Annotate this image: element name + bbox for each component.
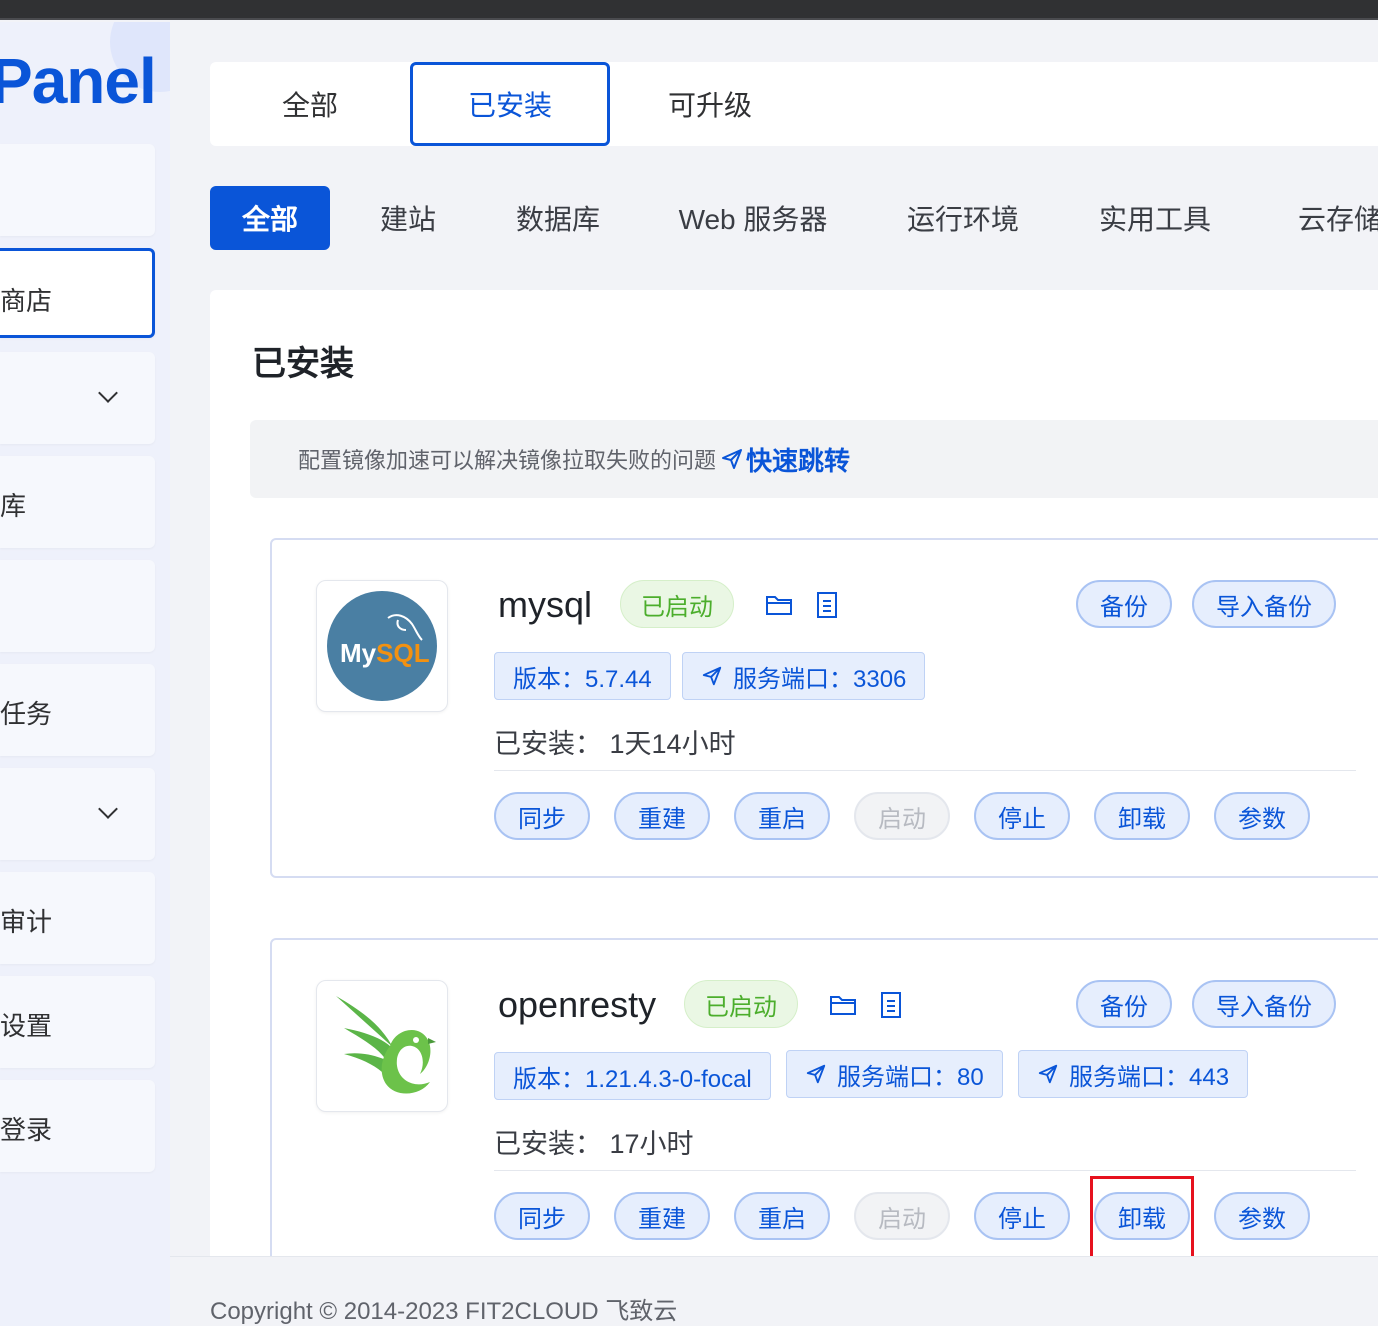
port-label: 服务端口：443	[1069, 1063, 1230, 1091]
port-tag: 服务端口：443	[1018, 1050, 1249, 1098]
card-divider	[494, 770, 1356, 771]
installed-panel: 已安装 配置镜像加速可以解决镜像拉取失败的问题 快速跳转 MySQL mysql…	[210, 290, 1378, 1298]
port-tag: 服务端口：3306	[682, 652, 926, 700]
installed-label: 已安装：	[494, 1129, 602, 1159]
sidebar-item-database[interactable]: 库	[0, 456, 155, 548]
app-card-openresty: openresty 已启动 备份 导入备份 版本：1.21.4.3-0-foca…	[270, 938, 1378, 1298]
status-badge: 已启动	[620, 580, 734, 628]
sidebar-item-label: 任务	[0, 699, 53, 729]
import-backup-button[interactable]: 导入备份	[1192, 580, 1336, 628]
send-icon	[1038, 1064, 1058, 1084]
sync-button[interactable]: 同步	[494, 1192, 590, 1240]
backup-button[interactable]: 备份	[1076, 580, 1172, 628]
folder-icon[interactable]	[764, 590, 794, 620]
category-tools[interactable]: 实用工具	[1088, 186, 1222, 250]
app-name: openresty	[498, 984, 657, 1025]
document-icon[interactable]	[812, 590, 842, 620]
category-filter: 全部 建站 数据库 Web 服务器 运行环境 实用工具 云存储	[210, 186, 1378, 250]
mysql-logo-text: MySQL	[340, 638, 430, 668]
sidebar-item-1[interactable]	[0, 144, 155, 236]
send-icon	[722, 449, 743, 469]
chevron-down-icon	[98, 799, 118, 819]
mirror-notice: 配置镜像加速可以解决镜像拉取失败的问题 快速跳转	[250, 420, 1378, 498]
backup-button[interactable]: 备份	[1076, 980, 1172, 1028]
stop-button[interactable]: 停止	[974, 792, 1070, 840]
quick-jump-label: 快速跳转	[746, 445, 851, 476]
sidebar-item-settings[interactable]: 设置	[0, 976, 155, 1068]
category-runtime[interactable]: 运行环境	[896, 186, 1030, 250]
footer: Copyright © 2014-2023 FIT2CLOUD 飞致云	[170, 1256, 1378, 1326]
category-cloud-storage[interactable]: 云存储	[1280, 186, 1378, 250]
sidebar-item-label: 审计	[0, 907, 53, 937]
stop-button[interactable]: 停止	[974, 1192, 1070, 1240]
window-top-bar	[0, 0, 1378, 20]
tab-all[interactable]: 全部	[210, 62, 410, 146]
sidebar-item-label: 库	[0, 491, 27, 521]
params-button[interactable]: 参数	[1214, 1192, 1310, 1240]
app-name: mysql	[498, 584, 593, 625]
send-icon	[806, 1064, 826, 1084]
port-tag: 服务端口：80	[786, 1050, 1003, 1098]
port-label: 服务端口：80	[837, 1063, 984, 1091]
category-website[interactable]: 建站	[368, 186, 448, 250]
app-card-mysql: MySQL mysql 已启动 备份 导入备份 版本：5.7.44 服务端口：3…	[270, 538, 1378, 878]
category-web-server[interactable]: Web 服务器	[668, 186, 838, 250]
app-logo[interactable]: Panel	[0, 44, 157, 118]
sidebar-item-logout[interactable]: 登录	[0, 1080, 155, 1172]
import-backup-button[interactable]: 导入备份	[1192, 980, 1336, 1028]
category-database[interactable]: 数据库	[504, 186, 612, 250]
sync-button[interactable]: 同步	[494, 792, 590, 840]
notice-text: 配置镜像加速可以解决镜像拉取失败的问题	[298, 448, 717, 473]
main-content: 全部 已安装 可升级 全部 建站 数据库 Web 服务器 运行环境 实用工具 云…	[170, 22, 1378, 1326]
version-tag: 版本：1.21.4.3-0-focal	[494, 1052, 771, 1100]
version-tag: 版本：5.7.44	[494, 652, 671, 700]
uninstall-highlight-box	[1090, 1176, 1194, 1262]
openresty-logo	[316, 980, 448, 1112]
uninstall-button[interactable]: 卸载	[1094, 792, 1190, 840]
installed-duration: 已安装： 17小时	[494, 1122, 694, 1161]
restart-button[interactable]: 重启	[734, 792, 830, 840]
status-badge: 已启动	[684, 980, 798, 1028]
send-icon	[702, 666, 722, 686]
installed-value: 1天14小时	[609, 729, 736, 759]
tab-upgradable[interactable]: 可升级	[610, 62, 810, 146]
openresty-bird-icon	[336, 996, 436, 1094]
rebuild-button[interactable]: 重建	[614, 1192, 710, 1240]
chevron-down-icon	[98, 383, 118, 403]
card-divider	[494, 1170, 1356, 1171]
sidebar-item-tasks[interactable]: 任务	[0, 664, 155, 756]
sidebar-item-5[interactable]	[0, 560, 155, 652]
tab-installed[interactable]: 已安装	[410, 62, 610, 146]
quick-jump-link[interactable]: 快速跳转	[720, 441, 850, 478]
panel-title: 已安装	[252, 345, 354, 383]
params-button[interactable]: 参数	[1214, 792, 1310, 840]
start-button[interactable]: 启动	[854, 792, 950, 840]
installed-duration: 已安装： 1天14小时	[494, 722, 736, 761]
installed-value: 17小时	[609, 1129, 694, 1159]
copyright-text: Copyright © 2014-2023 FIT2CLOUD 飞致云	[210, 1298, 678, 1325]
restart-button[interactable]: 重启	[734, 1192, 830, 1240]
sidebar: Panel 商店 库 任务 审计 设置 登录	[0, 22, 170, 1326]
start-button[interactable]: 启动	[854, 1192, 950, 1240]
sidebar-item-app-store[interactable]: 商店	[0, 248, 155, 338]
tab-bar: 全部 已安装 可升级	[210, 62, 1378, 146]
sidebar-item-7[interactable]	[0, 768, 155, 860]
category-all[interactable]: 全部	[210, 186, 330, 250]
folder-icon[interactable]	[828, 990, 858, 1020]
sidebar-item-3[interactable]	[0, 352, 155, 444]
rebuild-button[interactable]: 重建	[614, 792, 710, 840]
port-label: 服务端口：3306	[733, 665, 907, 693]
sidebar-item-label: 设置	[0, 1011, 53, 1041]
document-icon[interactable]	[876, 990, 906, 1020]
sidebar-item-label: 商店	[0, 286, 53, 316]
installed-label: 已安装：	[494, 729, 602, 759]
mysql-logo: MySQL	[316, 580, 448, 712]
mysql-logo-icon: MySQL	[327, 591, 437, 701]
sidebar-item-label: 登录	[0, 1115, 53, 1145]
sidebar-item-audit[interactable]: 审计	[0, 872, 155, 964]
